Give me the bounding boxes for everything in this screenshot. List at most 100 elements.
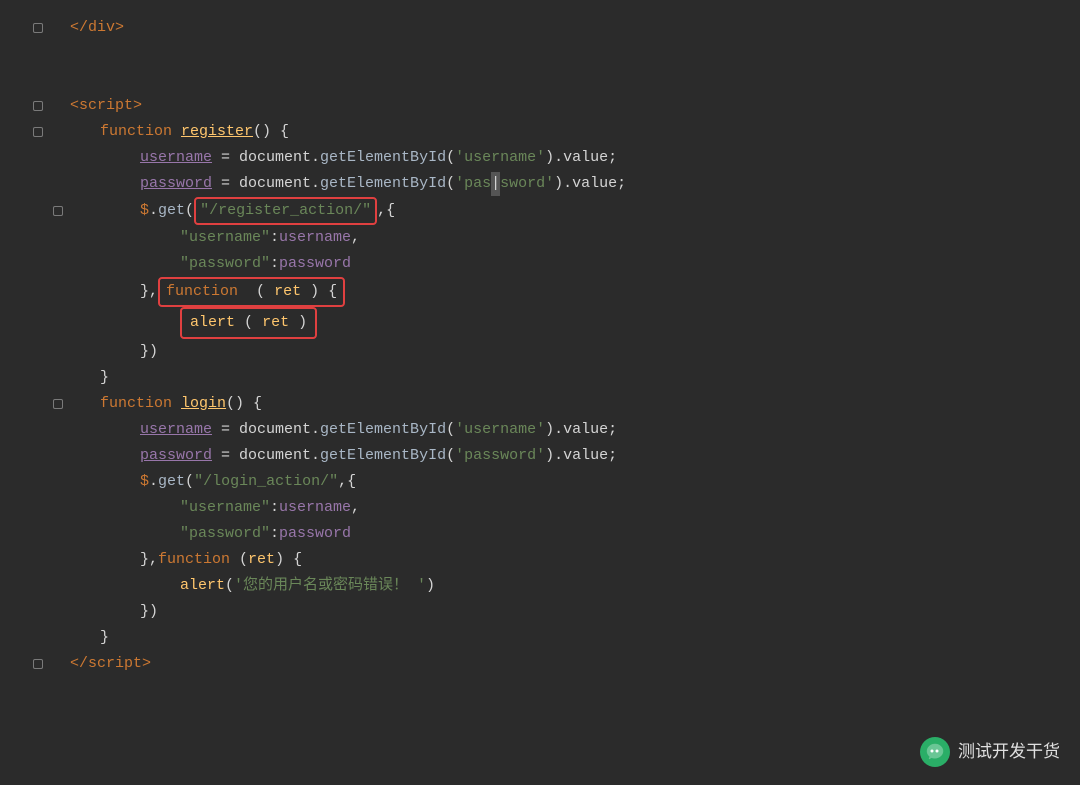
code-text: ( — [446, 418, 455, 442]
code-text: ( — [247, 283, 265, 300]
gutter-marker — [33, 659, 43, 669]
code-text: ( — [230, 548, 248, 572]
line-username-key: "username" : username , — [60, 225, 1080, 251]
code-text: : — [270, 496, 279, 520]
code-text: ) { — [310, 283, 337, 300]
code-keyword: function — [100, 120, 181, 144]
highlighted-string: "/register_action/" — [194, 197, 377, 225]
code-string: "username" — [180, 496, 270, 520]
code-text: = document. — [212, 418, 320, 442]
code-string: 'password' — [455, 444, 545, 468]
line-username-key2: "username" : username , — [60, 495, 1080, 521]
gutter-marker — [53, 206, 63, 216]
line-password-key2: "password" : password — [60, 521, 1080, 547]
code-string: 'username' — [455, 418, 545, 442]
code-method: getElementById — [320, 418, 446, 442]
code-text: }, — [140, 280, 158, 304]
line-username-assign: username = document. getElementById ( 'u… — [60, 145, 1080, 171]
code-method: get — [158, 199, 185, 223]
code-param: ret — [274, 283, 301, 300]
code-text: ,{ — [338, 470, 356, 494]
code-text: . — [149, 470, 158, 494]
gutter-marker — [33, 101, 43, 111]
code-string: 'username' — [455, 146, 545, 170]
code-method: get — [158, 470, 185, 494]
gutter-marker — [33, 127, 43, 137]
code-text: } — [100, 626, 109, 650]
code-text: ( — [446, 146, 455, 170]
code-tag: </script> — [70, 652, 151, 676]
code-keyword: function — [166, 283, 238, 300]
code-text: ).value; — [545, 444, 617, 468]
watermark-text: 测试开发干货 — [958, 738, 1060, 765]
code-string: "password" — [180, 252, 270, 276]
code-var: password — [140, 172, 212, 196]
code-string: "/register_action/" — [200, 202, 371, 219]
line-password-assign: password = document. getElementById ( 'p… — [60, 171, 1080, 197]
code-text: = document. — [212, 444, 320, 468]
line-script-close: </script> — [60, 651, 1080, 677]
highlighted-alert: alert ( ret ) — [180, 307, 317, 339]
line-func-login: function login () { — [60, 391, 1080, 417]
code-text: </div> — [70, 16, 124, 40]
code-text: : — [270, 226, 279, 250]
code-string: "password" — [180, 522, 270, 546]
code-string: sword' — [500, 172, 554, 196]
code-var: password — [279, 252, 351, 276]
line-alert-chinese: alert ( '您的用户名或密码错误！ ' ) — [60, 573, 1080, 599]
code-dollar: $ — [140, 470, 149, 494]
code-text: ( — [185, 470, 194, 494]
code-text: = document. — [212, 172, 320, 196]
code-var: username — [140, 418, 212, 442]
line-script-open: <script> — [60, 93, 1080, 119]
code-string: '您的用户名或密码错误！ ' — [234, 574, 426, 598]
code-text: ).value; — [545, 418, 617, 442]
wechat-icon — [920, 737, 950, 767]
code-text: , — [351, 226, 360, 250]
line-close-brace2: } — [60, 625, 1080, 651]
code-text: }) — [140, 340, 158, 364]
line-func-ret2-open: }, function ( ret ) { — [60, 547, 1080, 573]
code-text: ) — [298, 314, 307, 331]
code-text: ( — [446, 172, 455, 196]
line-alert-ret: alert ( ret ) — [60, 307, 1080, 339]
line-get-login: $ . get ( "/login_action/" ,{ — [60, 469, 1080, 495]
code-function: login — [181, 392, 226, 416]
code-text: : — [270, 252, 279, 276]
code-var: username — [279, 226, 351, 250]
code-var: password — [279, 522, 351, 546]
line-username-assign2: username = document. getElementById ( 'u… — [60, 417, 1080, 443]
code-text: ,{ — [377, 199, 395, 223]
code-text: }) — [140, 600, 158, 624]
code-method: getElementById — [320, 444, 446, 468]
line-password-key: "password" : password — [60, 251, 1080, 277]
line-blank — [60, 41, 1080, 67]
code-alert: alert — [180, 574, 225, 598]
code-text: <script> — [70, 94, 142, 118]
code-text: }, — [140, 548, 158, 572]
code-string: "username" — [180, 226, 270, 250]
code-keyword: function — [100, 392, 181, 416]
cursor: | — [491, 172, 500, 196]
code-text: : — [270, 522, 279, 546]
code-var: username — [140, 146, 212, 170]
code-text: . — [149, 199, 158, 223]
code-var: username — [279, 496, 351, 520]
code-text: } — [100, 366, 109, 390]
line-closing-div: </div> — [60, 15, 1080, 41]
line-close-brace: } — [60, 365, 1080, 391]
code-text: ( — [244, 314, 253, 331]
line-blank2 — [60, 67, 1080, 93]
highlighted-func: function ( ret ) { — [158, 277, 345, 307]
code-string: "/login_action/" — [194, 470, 338, 494]
code-dollar: $ — [140, 199, 149, 223]
code-editor: </div> <script> function register () { u… — [0, 0, 1080, 687]
code-text: ( — [225, 574, 234, 598]
code-method: getElementById — [320, 172, 446, 196]
code-string: 'pas — [455, 172, 491, 196]
line-close-bracket2: }) — [60, 599, 1080, 625]
line-close-bracket: }) — [60, 339, 1080, 365]
code-param: ret — [262, 314, 289, 331]
code-alert: alert — [190, 314, 235, 331]
line-func-ret-open: }, function ( ret ) { — [60, 277, 1080, 307]
